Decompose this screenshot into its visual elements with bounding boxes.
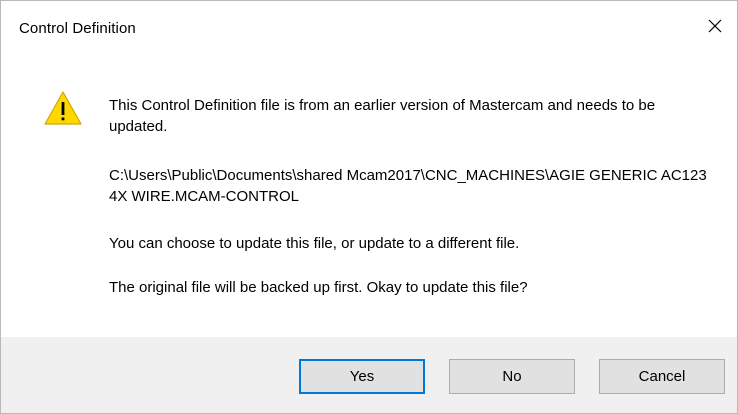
dialog-window: Control Definition This Control Definiti…: [0, 0, 738, 414]
button-bar: Yes No Cancel: [1, 337, 737, 413]
no-button[interactable]: No: [449, 359, 575, 394]
yes-button[interactable]: Yes: [299, 359, 425, 394]
dialog-title: Control Definition: [19, 20, 136, 37]
dialog-content: This Control Definition file is from an …: [1, 59, 737, 339]
close-icon: [708, 19, 722, 33]
title-bar: Control Definition: [1, 1, 737, 59]
message-text: This Control Definition file is from an …: [109, 97, 656, 135]
close-button[interactable]: [693, 1, 737, 51]
backup-text: The original file will be backed up firs…: [109, 279, 528, 296]
cancel-button[interactable]: Cancel: [599, 359, 725, 394]
choice-text: You can choose to update this file, or u…: [109, 235, 520, 252]
file-path-text: C:\Users\Public\Documents\shared Mcam201…: [109, 167, 707, 205]
warning-icon: [43, 90, 83, 126]
